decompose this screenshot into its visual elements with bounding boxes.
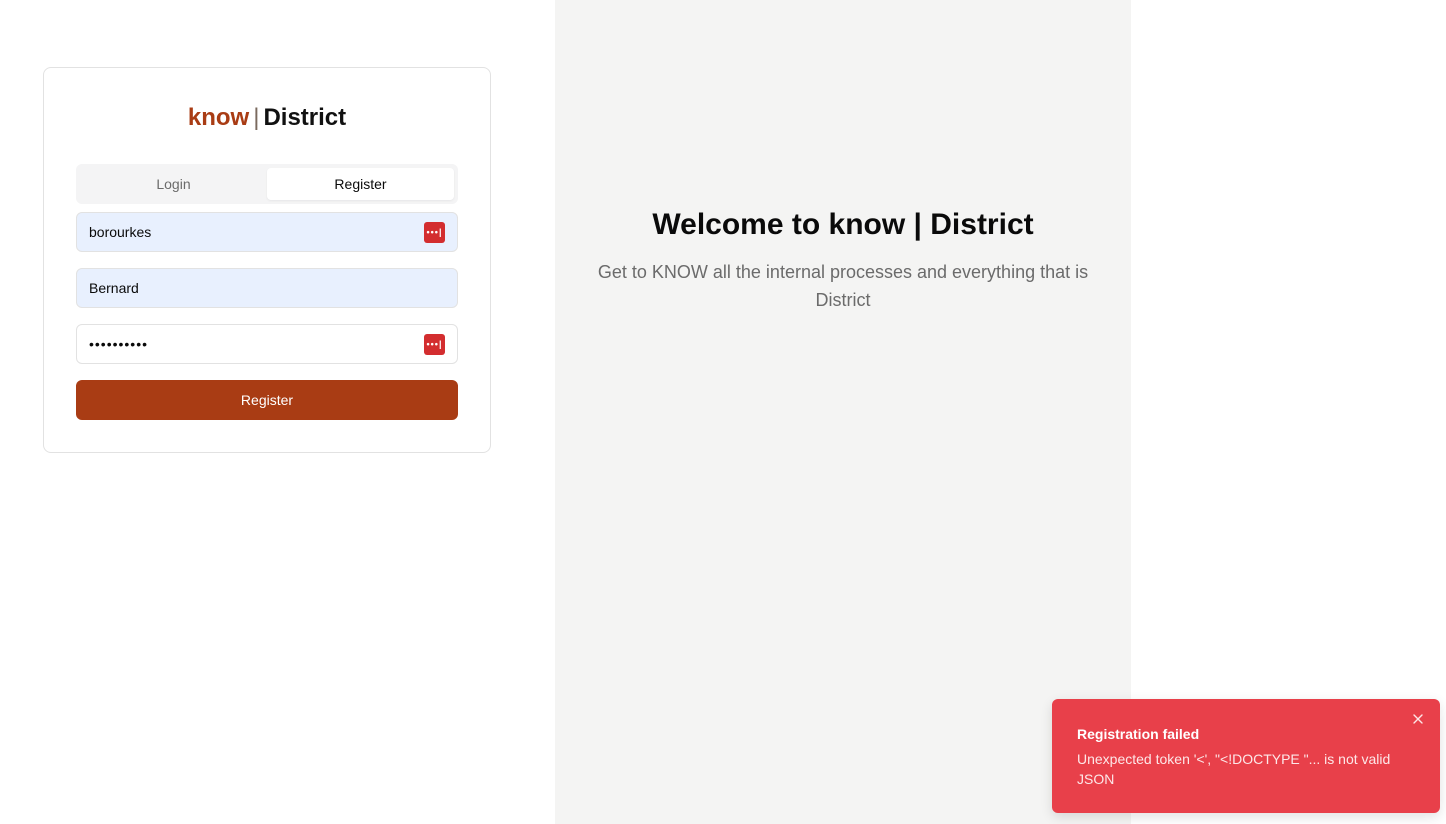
welcome-panel: Welcome to know | District Get to KNOW a… — [555, 0, 1131, 824]
welcome-subtitle: Get to KNOW all the internal processes a… — [597, 262, 1089, 310]
password-value: •••••••••• — [89, 336, 149, 352]
close-icon[interactable] — [1410, 711, 1426, 727]
first-name-field[interactable]: Bernard — [76, 268, 458, 308]
username-value: borourkes — [89, 224, 152, 240]
brand-separator: | — [253, 104, 260, 131]
welcome-title: Welcome to know | District — [652, 208, 1034, 241]
auth-tabs: Login Register — [76, 164, 458, 204]
tab-register[interactable]: Register — [267, 168, 454, 200]
auth-card: know | District Login Register borourkes •… — [43, 67, 491, 453]
username-field[interactable]: borourkes •••| — [76, 212, 458, 252]
password-manager-icon[interactable]: •••| — [424, 333, 445, 355]
password-manager-icon[interactable]: •••| — [424, 221, 445, 243]
register-button[interactable]: Register — [76, 380, 458, 420]
brand-district: District — [263, 104, 347, 131]
password-field[interactable]: •••••••••• •••| — [76, 324, 458, 364]
toast-message: Unexpected token '<', "<!DOCTYPE "... is… — [1077, 751, 1391, 787]
page: know | District Login Register borourkes •… — [0, 0, 1446, 824]
brand-know: know — [187, 104, 250, 131]
brand-logo: know | District — [44, 104, 490, 132]
tab-login[interactable]: Login — [80, 168, 267, 200]
first-name-value: Bernard — [89, 280, 139, 296]
toast-title: Registration failed — [1077, 726, 1200, 742]
error-toast: Registration failed Unexpected token '<'… — [1052, 699, 1440, 813]
